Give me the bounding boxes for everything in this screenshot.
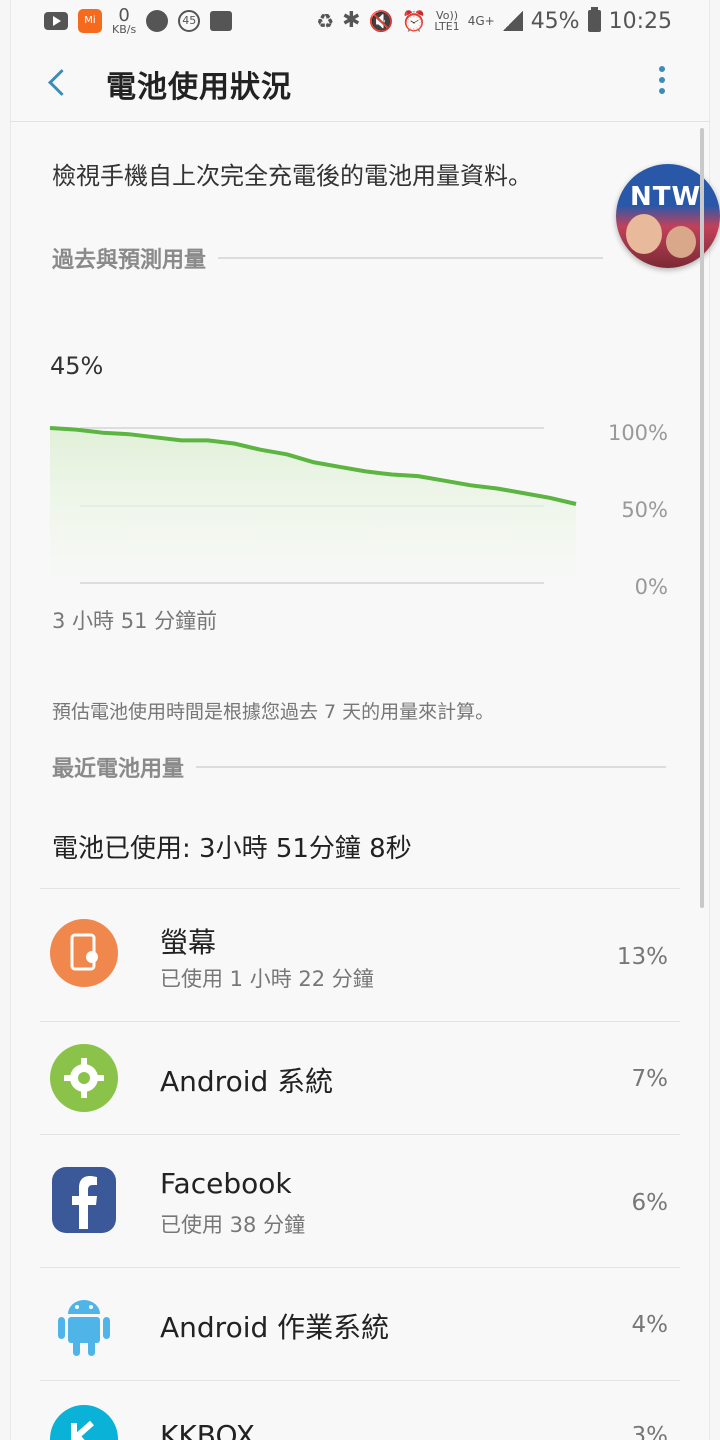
current-battery-level: 45%: [50, 352, 104, 380]
gear-icon: [50, 1044, 118, 1112]
scrollbar[interactable]: [700, 128, 704, 908]
battery-percent: 45%: [530, 8, 580, 34]
status-bar: Mi 0 KB/s 45 ♻ ✱ 🔇 ⏰ Vo)) LTE1 4G+ 45% 10:…: [0, 0, 720, 42]
app-row-screen[interactable]: 螢幕 已使用 1 小時 22 分鐘 13%: [40, 889, 680, 1021]
app-row-facebook[interactable]: Facebook 已使用 38 分鐘 6%: [40, 1135, 680, 1267]
battery-usage-chart: 100% 50% 0%: [49, 421, 668, 599]
section-header-recent: 最近電池用量: [52, 751, 667, 783]
network-speed: 0 KB/s: [112, 4, 137, 36]
app-percent: 7%: [631, 1066, 669, 1092]
bluetooth-icon: ✱: [342, 8, 361, 33]
alarm-icon: ⏰: [401, 9, 427, 33]
app-row-kkbox[interactable]: KKBOX 3%: [40, 1381, 680, 1440]
estimate-note: 預估電池使用時間是根據您過去 7 天的用量來計算。: [52, 701, 495, 723]
avatar-face: [626, 214, 662, 254]
battery-icon: [587, 7, 601, 32]
volte-indicator: Vo)) LTE1: [434, 9, 460, 33]
app-percent: 13%: [616, 944, 668, 970]
section-header-label: 最近電池用量: [52, 757, 185, 782]
intro-text: 檢視手機自上次完全充電後的電池用量資料。: [52, 162, 532, 190]
section-divider: [218, 257, 604, 259]
app-usage-detail: 已使用 38 分鐘: [160, 1213, 306, 1237]
y-tick-label: 100%: [608, 421, 668, 445]
app-bar: 電池使用狀況: [10, 42, 710, 122]
app-name: KKBOX: [160, 1419, 255, 1440]
mi-app-icon: Mi: [78, 9, 102, 33]
app-name: Facebook: [160, 1167, 292, 1200]
clock: 10:25: [608, 8, 672, 34]
screen-icon: [50, 919, 118, 987]
signal-icon: [502, 11, 523, 31]
app-name: 螢幕: [160, 926, 217, 959]
section-header-label: 過去與預測用量: [52, 248, 207, 273]
app-percent: 4%: [631, 1312, 669, 1338]
youtube-icon: [44, 12, 68, 30]
back-arrow-icon[interactable]: [42, 62, 82, 102]
app-percent: 3%: [631, 1423, 669, 1440]
app-row-android-os[interactable]: Android 作業系統 4%: [40, 1268, 680, 1380]
app-percent: 6%: [631, 1190, 669, 1216]
usage-area: [50, 428, 576, 577]
mute-icon: 🔇: [368, 9, 394, 33]
network-type: 4G+: [467, 13, 495, 28]
recycle-icon: ♻: [316, 9, 335, 33]
avatar-face: [666, 226, 696, 258]
section-header-past: 過去與預測用量: [52, 242, 604, 274]
page-title: 電池使用狀況: [106, 70, 292, 105]
app-name: Android 系統: [160, 1065, 334, 1098]
y-tick-label: 0%: [635, 575, 668, 599]
y-tick-label: 50%: [621, 498, 668, 522]
chart-start-time: 3 小時 51 分鐘前: [52, 609, 218, 633]
phone-icon: [146, 10, 169, 32]
section-divider: [196, 766, 667, 768]
app-row-android-system[interactable]: Android 系統 7%: [40, 1022, 680, 1134]
total-usage-time: 電池已使用: 3小時 51分鐘 8秒: [52, 834, 412, 864]
app-usage-detail: 已使用 1 小時 22 分鐘: [160, 967, 374, 991]
kkbox-icon: [50, 1405, 118, 1440]
android-icon: [50, 1288, 118, 1356]
number-badge-icon: 45: [178, 10, 201, 32]
more-options-icon[interactable]: [654, 66, 670, 98]
activity-icon: [210, 11, 233, 31]
avatar-label: NTW: [630, 182, 702, 212]
floating-avatar[interactable]: NTW: [616, 164, 720, 268]
app-name: Android 作業系統: [160, 1311, 390, 1344]
facebook-icon: [50, 1167, 118, 1235]
